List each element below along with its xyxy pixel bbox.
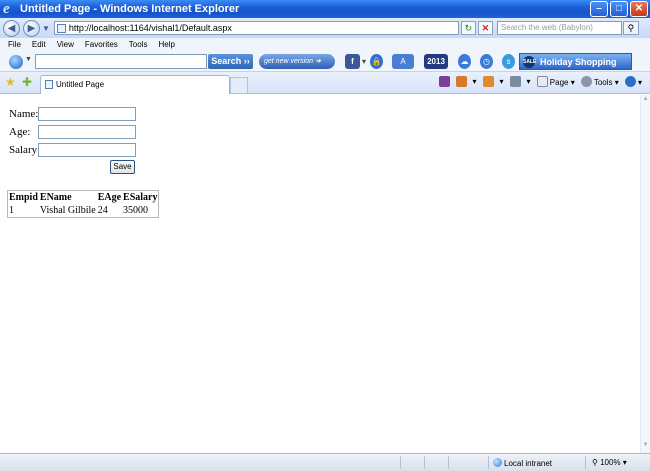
onenote-icon[interactable] <box>438 76 450 87</box>
age-row: Age: <box>9 125 136 139</box>
cell-eage: 24 <box>97 205 108 216</box>
print-dropdown-icon[interactable]: ▾ <box>527 77 531 86</box>
stop-icon[interactable]: ✕ <box>477 21 493 35</box>
status-bar: Local intranet ⚲ 100% ▾ <box>0 453 650 471</box>
command-bar: ▾ ▾ ▾ Page ▾ Tools ▾ ▾ <box>438 76 642 87</box>
babylon-toolbar: ▼ Search ›› get new version ➜ f ▾ 🔒 A 20… <box>0 53 650 71</box>
age-label: Age: <box>9 126 31 138</box>
menu-favorites[interactable]: Favorites <box>85 40 118 49</box>
table-header-row: Empid EName EAge ESalary <box>8 191 159 205</box>
menu-help[interactable]: Help <box>158 40 174 49</box>
year-badge-icon[interactable]: 2013 <box>424 54 448 69</box>
cell-ename: Vishal Gilbile <box>39 205 96 216</box>
page-menu-icon <box>536 76 548 87</box>
cell-empid: 1 <box>9 205 14 216</box>
back-button[interactable]: ◀ <box>3 19 20 37</box>
gear-icon <box>580 76 592 87</box>
babylon-logo-icon[interactable] <box>9 55 23 69</box>
age-field[interactable] <box>38 125 136 139</box>
menu-file[interactable]: File <box>8 40 21 49</box>
column-header-esalary: ESalary <box>123 192 158 203</box>
name-label: Name: <box>9 108 39 120</box>
page-icon <box>45 80 53 89</box>
clock-icon[interactable]: ◷ <box>480 54 493 69</box>
add-favorites-icon[interactable]: ✚ <box>22 75 32 89</box>
facebook-dropdown-icon[interactable]: ▾ <box>360 54 368 69</box>
window-title: Untitled Page - Windows Internet Explore… <box>20 3 240 15</box>
salary-label: Salary: <box>9 144 41 156</box>
address-input[interactable]: http://localhost:1164/vishal1/Default.as… <box>53 21 459 35</box>
menu-view[interactable]: View <box>57 40 74 49</box>
menu-edit[interactable]: Edit <box>32 40 46 49</box>
menu-bar: File Edit View Favorites Tools Help <box>8 40 175 49</box>
holiday-shopping-button[interactable]: SALE Holiday Shopping <box>519 53 632 70</box>
employee-table: Empid EName EAge ESalary 1 Vishal Gilbil… <box>7 190 160 218</box>
minimize-icon[interactable]: – <box>590 1 608 17</box>
weather-icon[interactable]: ☁ <box>458 54 471 69</box>
status-divider <box>424 456 425 469</box>
status-divider <box>585 456 586 469</box>
column-header-eage: EAge <box>97 192 122 203</box>
security-zone[interactable]: Local intranet <box>493 458 552 468</box>
home-dropdown-icon[interactable]: ▾ <box>473 77 477 86</box>
favorites-star-icon[interactable]: ★ <box>5 75 16 89</box>
page-menu[interactable]: Page ▾ <box>536 76 575 87</box>
page-icon <box>56 23 66 33</box>
table-row: 1 Vishal Gilbile 24 35000 <box>8 204 159 218</box>
search-icon[interactable]: ⚲ <box>622 21 639 35</box>
holiday-shopping-label: Holiday Shopping <box>540 57 617 67</box>
get-new-version-button[interactable]: get new version ➜ <box>259 54 335 69</box>
save-button[interactable]: Save <box>110 160 135 174</box>
toolbar-search-input[interactable] <box>35 54 207 69</box>
zoom-control[interactable]: ⚲ 100% ▾ <box>592 458 627 467</box>
window-title-bar: e Untitled Page - Windows Internet Explo… <box>0 0 650 18</box>
home-icon[interactable] <box>455 76 467 87</box>
history-dropdown-icon[interactable]: ▼ <box>42 24 50 33</box>
salary-field[interactable] <box>38 143 136 157</box>
web-search-input[interactable]: Search the web (Babylon) <box>496 21 622 35</box>
tools-menu[interactable]: Tools ▾ <box>580 76 619 87</box>
tab-row: ★ ✚ Untitled Page ▾ ▾ ▾ Page ▾ Tools ▾ ▾ <box>0 72 650 94</box>
feeds-dropdown-icon[interactable]: ▾ <box>500 77 504 86</box>
feeds-icon[interactable] <box>482 76 494 87</box>
name-field[interactable] <box>38 107 136 121</box>
page-content: Name: Age: Salary: Save Empid EName EAge… <box>0 95 640 453</box>
status-divider <box>400 456 401 469</box>
column-header-empid: Empid <box>9 192 38 203</box>
sale-badge-icon: SALE <box>523 56 536 68</box>
cell-esalary: 35000 <box>123 205 149 216</box>
status-divider <box>448 456 449 469</box>
toolbar-search-button[interactable]: Search ›› <box>208 54 253 69</box>
translate-icon[interactable]: A <box>392 54 414 69</box>
address-url: http://localhost:1164/vishal1/Default.as… <box>68 23 232 33</box>
name-row: Name: <box>9 107 136 121</box>
address-row: ◀ ▶ ▼ http://localhost:1164/vishal1/Defa… <box>0 18 650 38</box>
salary-row: Salary: <box>9 143 136 157</box>
tab-label: Untitled Page <box>56 80 105 89</box>
print-icon[interactable] <box>509 76 521 87</box>
maximize-icon[interactable]: □ <box>610 1 628 17</box>
menu-area: File Edit View Favorites Tools Help ▼ Se… <box>0 38 650 72</box>
tab-untitled-page[interactable]: Untitled Page <box>40 75 230 94</box>
forward-button[interactable]: ▶ <box>23 19 40 37</box>
new-tab-button[interactable] <box>230 77 248 93</box>
close-icon[interactable]: ✕ <box>630 1 648 17</box>
vertical-scrollbar[interactable]: ▲ ▼ <box>640 95 650 453</box>
logo-dropdown-icon[interactable]: ▼ <box>25 56 32 63</box>
ie-logo-icon: e <box>3 1 10 17</box>
help-icon <box>624 76 636 87</box>
facebook-icon[interactable]: f <box>345 54 360 69</box>
globe-icon <box>493 458 502 467</box>
status-divider <box>488 456 489 469</box>
scroll-down-icon[interactable]: ▼ <box>641 442 650 452</box>
menu-tools[interactable]: Tools <box>129 40 148 49</box>
refresh-icon[interactable]: ↻ <box>460 21 476 35</box>
column-header-ename: EName <box>39 192 72 203</box>
skype-icon[interactable]: s <box>502 54 515 69</box>
lock-icon[interactable]: 🔒 <box>370 54 383 69</box>
help-menu[interactable]: ▾ <box>624 76 642 87</box>
scroll-up-icon[interactable]: ▲ <box>641 96 650 106</box>
